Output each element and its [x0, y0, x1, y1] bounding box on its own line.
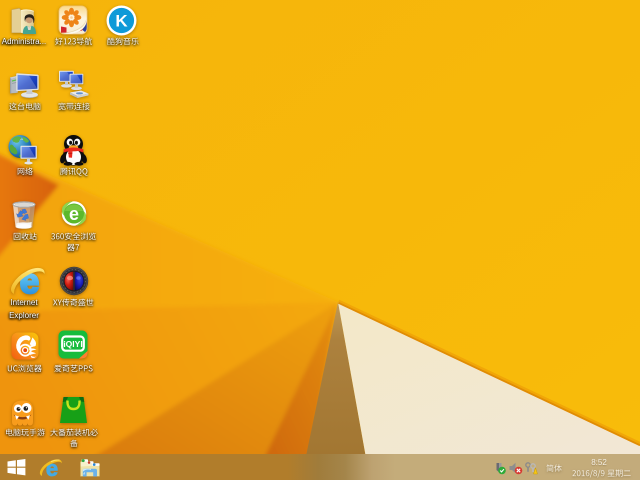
svg-text:K: K — [115, 12, 128, 31]
svg-text:iQIYI: iQIYI — [63, 339, 82, 349]
svg-text:e: e — [69, 204, 79, 224]
